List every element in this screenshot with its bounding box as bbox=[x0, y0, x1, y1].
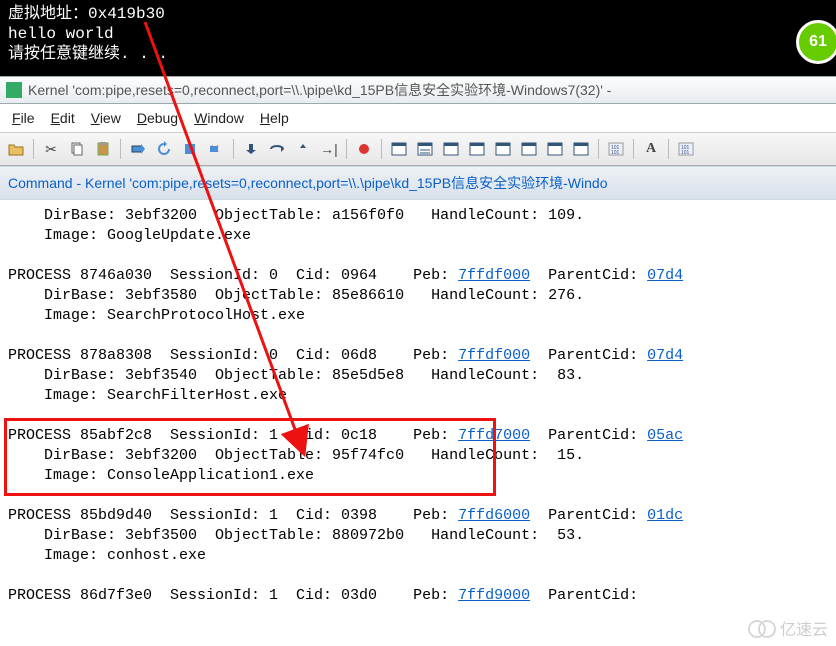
process-image: Image: ConsoleApplication1.exe bbox=[8, 467, 314, 484]
process-header: PROCESS 8746a030 SessionId: 0 Cid: 0964 … bbox=[8, 267, 458, 284]
parent-cid-label: ParentCid: bbox=[530, 507, 647, 524]
watermark: 亿速云 bbox=[748, 616, 828, 640]
window-title: Kernel 'com:pipe,resets=0,reconnect,port… bbox=[28, 80, 611, 100]
menu-file[interactable]: FFileile bbox=[6, 108, 41, 128]
toolbar-separator bbox=[120, 139, 121, 159]
badge-count: 61 bbox=[809, 33, 827, 51]
peb-link[interactable]: 7ffd7000 bbox=[458, 427, 530, 444]
menu-help[interactable]: Help bbox=[254, 108, 295, 128]
command-window-title: Command - Kernel 'com:pipe,resets=0,reco… bbox=[0, 166, 836, 200]
command-title-text: Command - Kernel 'com:pipe,resets=0,reco… bbox=[8, 175, 607, 191]
watch-window-button[interactable] bbox=[413, 137, 437, 161]
window-title-bar: Kernel 'com:pipe,resets=0,reconnect,port… bbox=[0, 76, 836, 104]
options-button[interactable]: 101101 bbox=[674, 137, 698, 161]
locals-window-button[interactable] bbox=[439, 137, 463, 161]
step-out-button[interactable] bbox=[291, 137, 315, 161]
toolbar-separator bbox=[33, 139, 34, 159]
svg-text:101: 101 bbox=[611, 150, 620, 156]
process-detail: DirBase: 3ebf3200 ObjectTable: a156f0f0 … bbox=[8, 207, 584, 224]
open-button[interactable] bbox=[4, 137, 28, 161]
process-header: PROCESS 85abf2c8 SessionId: 1 Cid: 0c18 … bbox=[8, 427, 458, 444]
parent-cid-label: ParentCid: bbox=[530, 347, 647, 364]
toolbar: ✂ ✕ →| 101101 A 101101 bbox=[0, 132, 836, 166]
parent-cid-label: ParentCid: bbox=[530, 267, 647, 284]
console-line: hello world bbox=[8, 25, 114, 43]
disasm-window-button[interactable] bbox=[543, 137, 567, 161]
svg-text:101: 101 bbox=[681, 150, 690, 156]
notification-badge: 61 bbox=[796, 20, 836, 64]
parent-cid-link[interactable]: 05ac bbox=[647, 427, 683, 444]
process-image: Image: SearchProtocolHost.exe bbox=[8, 307, 305, 324]
parent-cid-link[interactable]: 07d4 bbox=[647, 267, 683, 284]
copy-button[interactable] bbox=[65, 137, 89, 161]
parent-cid-link[interactable]: 01dc bbox=[647, 507, 683, 524]
parent-cid-link[interactable]: 07d4 bbox=[647, 347, 683, 364]
peb-link[interactable]: 7ffd6000 bbox=[458, 507, 530, 524]
process-image: Image: SearchFilterHost.exe bbox=[8, 387, 287, 404]
peb-link[interactable]: 7ffdf000 bbox=[458, 267, 530, 284]
menu-bar[interactable]: FFileile Edit View Debug Window Help bbox=[0, 104, 836, 132]
parent-cid-label: ParentCid: bbox=[530, 587, 647, 604]
source-mode-button[interactable]: 101101 bbox=[604, 137, 628, 161]
process-image: Image: conhost.exe bbox=[8, 547, 206, 564]
cut-button[interactable]: ✂ bbox=[39, 137, 63, 161]
process-detail: DirBase: 3ebf3540 ObjectTable: 85e5d5e8 … bbox=[8, 367, 584, 384]
peb-link[interactable]: 7ffd9000 bbox=[458, 587, 530, 604]
process-header: PROCESS 85bd9d40 SessionId: 1 Cid: 0398 … bbox=[8, 507, 458, 524]
memory-window-button[interactable] bbox=[491, 137, 515, 161]
process-detail: DirBase: 3ebf3500 ObjectTable: 880972b0 … bbox=[8, 527, 584, 544]
parent-cid-label: ParentCid: bbox=[530, 427, 647, 444]
step-over-button[interactable] bbox=[265, 137, 289, 161]
menu-edit[interactable]: Edit bbox=[45, 108, 81, 128]
process-image: Image: GoogleUpdate.exe bbox=[8, 227, 251, 244]
font-button[interactable]: A bbox=[639, 137, 663, 161]
scratch-window-button[interactable] bbox=[569, 137, 593, 161]
toolbar-separator bbox=[633, 139, 634, 159]
process-header: PROCESS 878a8308 SessionId: 0 Cid: 06d8 … bbox=[8, 347, 458, 364]
toolbar-separator bbox=[233, 139, 234, 159]
process-header: PROCESS 86d7f3e0 SessionId: 1 Cid: 03d0 … bbox=[8, 587, 458, 604]
app-icon bbox=[6, 82, 22, 98]
break-button[interactable]: ✕ bbox=[204, 137, 228, 161]
console-line: 请按任意键继续. . . bbox=[8, 45, 168, 63]
console-line: 虚拟地址：0x419b30 bbox=[8, 5, 165, 23]
process-detail: DirBase: 3ebf3200 ObjectTable: 95f74fc0 … bbox=[8, 447, 584, 464]
run-to-cursor-button[interactable]: →| bbox=[317, 137, 341, 161]
toolbar-separator bbox=[381, 139, 382, 159]
peb-link[interactable]: 7ffdf000 bbox=[458, 347, 530, 364]
menu-view[interactable]: View bbox=[85, 108, 127, 128]
paste-button[interactable] bbox=[91, 137, 115, 161]
toolbar-separator bbox=[668, 139, 669, 159]
menu-window[interactable]: Window bbox=[188, 108, 250, 128]
step-into-button[interactable] bbox=[239, 137, 263, 161]
process-detail: DirBase: 3ebf3580 ObjectTable: 85e86610 … bbox=[8, 287, 584, 304]
command-window-button[interactable] bbox=[387, 137, 411, 161]
toolbar-separator bbox=[346, 139, 347, 159]
restart-button[interactable] bbox=[152, 137, 176, 161]
menu-debug[interactable]: Debug bbox=[131, 108, 184, 128]
calls-window-button[interactable] bbox=[517, 137, 541, 161]
go-button[interactable] bbox=[126, 137, 150, 161]
registers-window-button[interactable] bbox=[465, 137, 489, 161]
command-output[interactable]: DirBase: 3ebf3200 ObjectTable: a156f0f0 … bbox=[0, 200, 836, 646]
stop-button[interactable] bbox=[178, 137, 202, 161]
watermark-icon bbox=[748, 620, 774, 636]
console-output: 虚拟地址：0x419b30 hello world 请按任意键继续. . . bbox=[0, 0, 836, 76]
breakpoints-button[interactable] bbox=[352, 137, 376, 161]
toolbar-separator bbox=[598, 139, 599, 159]
watermark-text: 亿速云 bbox=[780, 616, 828, 640]
